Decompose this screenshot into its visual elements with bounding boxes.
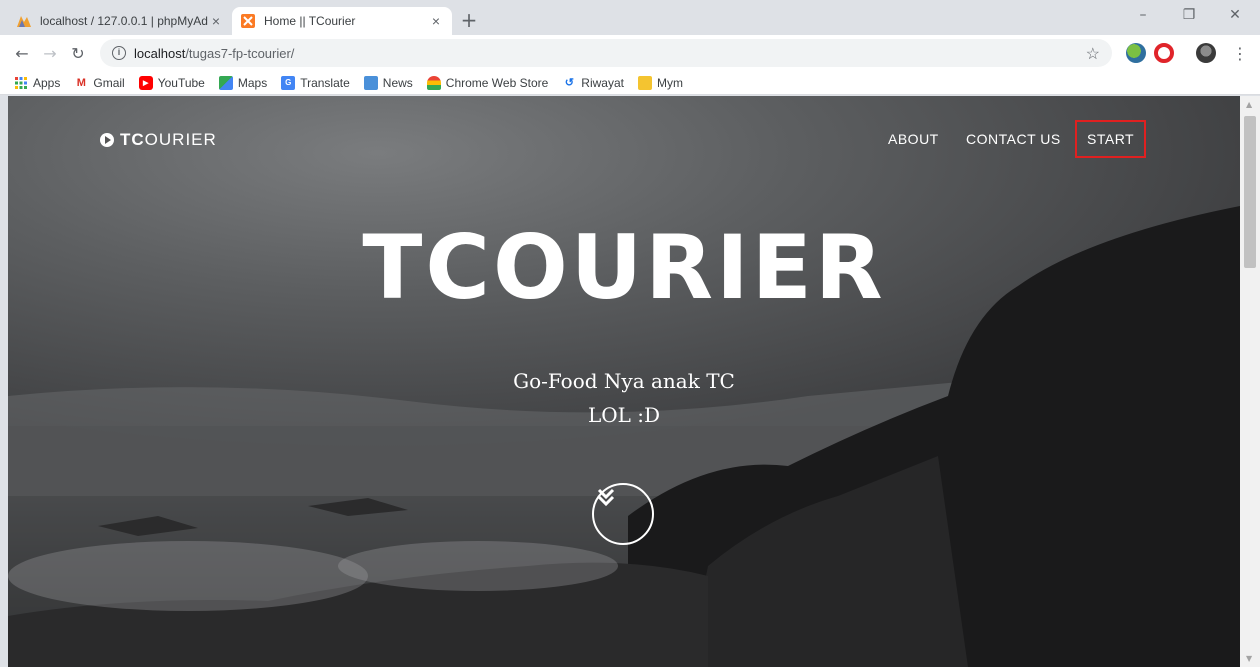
info-icon[interactable]: i [112,46,126,60]
folder-icon [637,75,652,90]
maps-icon [218,75,233,90]
tab-title: Home || TCourier [264,14,356,28]
scroll-down-arrow-icon[interactable]: ▼ [1246,654,1252,663]
hero-headline: TCOURIER [362,216,886,319]
bookmark-gmail[interactable]: M Gmail [74,75,125,90]
scroll-down-button[interactable] [592,483,654,545]
bookmark-youtube[interactable]: ▶ YouTube [138,75,205,90]
bookmark-label: News [382,75,413,90]
window-close-button[interactable]: ✕ [1212,0,1258,30]
tab-phpmyadmin[interactable]: localhost / 127.0.0.1 | phpMyAdmin × [8,7,232,35]
profile-avatar[interactable] [1196,43,1216,63]
address-host: localhost [134,45,186,61]
minimize-button[interactable]: – [1120,0,1166,30]
xampp-favicon-icon [240,13,256,29]
bookmark-mym[interactable]: Mym [637,75,683,90]
scrollbar-thumb[interactable] [1244,116,1256,268]
tab-close-icon[interactable]: × [208,13,224,29]
tab-title: localhost / 127.0.0.1 | phpMyAdmin [40,14,208,28]
bookmark-label: Riwayat [581,75,624,90]
web-store-icon [426,75,441,90]
tagline-line-1: Go-Food Nya anak TC [513,369,735,393]
bookmark-news[interactable]: News [363,75,413,90]
bookmark-maps[interactable]: Maps [218,75,268,90]
new-tab-button[interactable]: + [458,10,480,32]
restore-button[interactable]: ❐ [1166,0,1212,30]
nav-contact-us[interactable]: CONTACT US [956,120,1071,158]
nav-about[interactable]: ABOUT [878,120,949,158]
play-circle-icon [100,133,114,147]
reload-icon[interactable]: ↻ [66,41,90,65]
bookmark-star-icon[interactable]: ☆ [1086,44,1100,64]
tab-tcourier[interactable]: Home || TCourier × [232,7,452,35]
brand-bold: TC [120,130,145,149]
brand-logo[interactable]: TC OURIER [100,130,217,150]
bookmark-label: Gmail [93,75,125,90]
bookmark-label: YouTube [157,75,205,90]
bookmark-label: Translate [300,75,350,90]
bookmark-label: Maps [237,75,268,90]
browser-toolbar: ← → ↻ i localhost/tugas7-fp-tcourier/ ☆ … [0,35,1260,71]
apps-grid-icon [14,76,28,90]
translate-icon: G [281,75,296,90]
nav-start[interactable]: START [1075,120,1147,158]
brand-rest: OURIER [144,130,217,149]
history-icon: ↺ [564,77,574,89]
bookmarks-bar: Apps M Gmail ▶ YouTube Maps G Translate New… [0,71,1260,95]
forward-arrow-icon[interactable]: → [38,41,62,65]
address-bar[interactable]: i localhost/tugas7-fp-tcourier/ ☆ [100,39,1112,67]
scroll-up-arrow-icon[interactable]: ▲ [1246,100,1252,109]
hero-tagline: Go-Food Nya anak TC LOL :D [8,364,1240,432]
page-scrollbar[interactable]: ▲ ▼ [1240,96,1260,667]
extension-globe-icon[interactable] [1126,43,1146,63]
tagline-line-2: LOL :D [587,403,661,427]
tab-close-icon[interactable]: × [428,13,444,29]
page-viewport: TC OURIER ABOUT CONTACT US START TCOURIER… [8,96,1240,667]
bookmark-label: Apps [33,75,61,90]
youtube-icon: ▶ [138,75,153,90]
bookmark-riwayat[interactable]: ↺ Riwayat [562,76,624,90]
bookmark-apps[interactable]: Apps [14,76,60,90]
opera-extension-icon[interactable] [1154,43,1174,63]
bookmark-chrome-web-store[interactable]: Chrome Web Store [426,75,549,90]
browser-tabstrip: localhost / 127.0.0.1 | phpMyAdmin × Hom… [0,0,1260,35]
bookmark-translate[interactable]: G Translate [281,75,350,90]
menu-kebab-icon[interactable]: ⋮ [1228,41,1252,65]
news-icon [363,75,378,90]
back-arrow-icon[interactable]: ← [10,41,34,65]
bookmark-label: Mym [656,75,683,90]
gmail-icon: M [76,76,86,89]
address-path: /tugas7-fp-tcourier/ [185,45,295,61]
double-chevron-down-icon [597,488,615,507]
phpmyadmin-favicon-icon [16,13,32,29]
bookmark-label: Chrome Web Store [445,75,549,90]
hero-section: TC OURIER ABOUT CONTACT US START TCOURIER… [8,96,1240,667]
